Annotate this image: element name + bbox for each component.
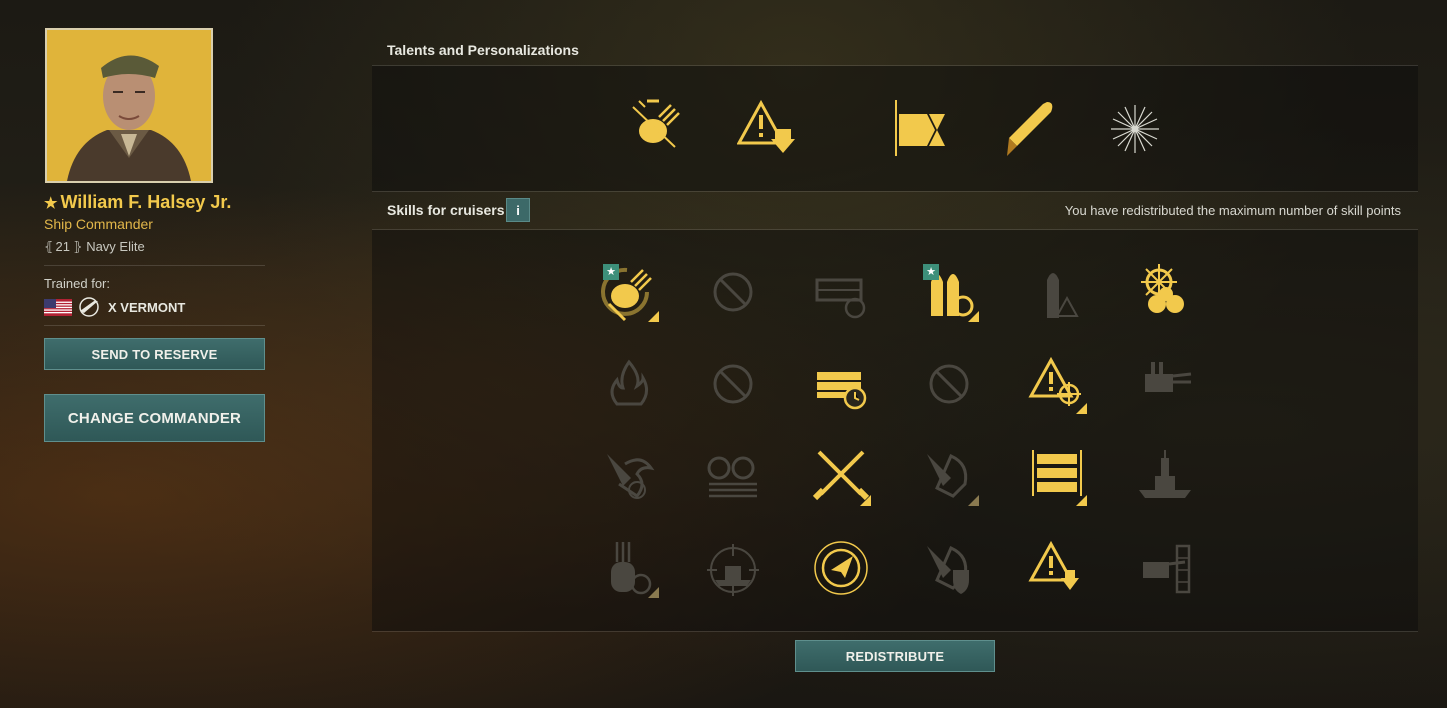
commander-name-text: William F. Halsey Jr. bbox=[60, 192, 232, 212]
turret-ammo-icon-graphic bbox=[707, 456, 757, 498]
fire-shield-icon[interactable] bbox=[917, 536, 981, 600]
upgrade-corner-icon bbox=[1076, 495, 1087, 506]
consumable-timer-skill-icon[interactable] bbox=[809, 352, 873, 416]
commander-level: 21 bbox=[55, 239, 71, 254]
battleship-icon[interactable] bbox=[1133, 444, 1197, 508]
divider bbox=[372, 191, 1418, 192]
upgrade-corner-icon bbox=[968, 495, 979, 506]
consumable-reload-icon[interactable] bbox=[809, 260, 873, 324]
warning-down-skill-icon[interactable] bbox=[1025, 536, 1089, 600]
bonus-badge-icon: ★ bbox=[923, 264, 939, 280]
laurel-left-icon: ⦃ bbox=[44, 239, 54, 254]
commander-portrait bbox=[45, 28, 213, 183]
us-flag-icon bbox=[44, 298, 72, 316]
unavailable-icon[interactable] bbox=[917, 352, 981, 416]
shells-reload-skill-icon[interactable]: ★ bbox=[917, 260, 981, 324]
talents-title: Talents and Personalizations bbox=[387, 42, 579, 58]
turret-ammo-icon[interactable] bbox=[701, 444, 765, 508]
helm-engine-skill-icon[interactable] bbox=[1133, 260, 1197, 324]
main-battery-icon-graphic bbox=[1145, 362, 1192, 392]
elite-star-icon: ★ bbox=[44, 195, 58, 212]
turret-reload-icon[interactable] bbox=[597, 536, 661, 600]
flag-talent-icon[interactable] bbox=[893, 100, 953, 160]
divider bbox=[44, 265, 265, 266]
demolition-expert-icon-graphic bbox=[607, 454, 655, 499]
upgrade-corner-icon bbox=[648, 587, 659, 598]
main-battery-icon[interactable] bbox=[1133, 352, 1197, 416]
unavailable-icon-graphic bbox=[713, 272, 753, 312]
warning-down-skill-icon-graphic bbox=[1028, 540, 1079, 590]
consumable-timer-skill-icon-graphic bbox=[817, 372, 867, 410]
divider bbox=[44, 325, 265, 326]
warning-ammo-talent-icon[interactable] bbox=[737, 99, 797, 159]
warning-target-skill-icon[interactable] bbox=[1025, 352, 1089, 416]
fire-icon-graphic bbox=[610, 359, 648, 406]
trained-ship: X VERMONT bbox=[44, 297, 185, 317]
fire-shield-icon-graphic bbox=[927, 546, 969, 594]
commander-name: ★ William F. Halsey Jr. bbox=[44, 192, 231, 213]
redistribution-note: You have redistributed the maximum numbe… bbox=[1064, 203, 1401, 218]
battleship-icon-graphic bbox=[1139, 450, 1191, 498]
ship-target-icon-graphic bbox=[707, 544, 759, 596]
shell-talent-icon[interactable] bbox=[999, 98, 1059, 158]
crossed-shells-skill-icon[interactable] bbox=[809, 444, 873, 508]
change-commander-button[interactable]: CHANGE COMMANDER bbox=[44, 394, 265, 442]
starburst-talent-icon[interactable] bbox=[1105, 99, 1165, 159]
trained-for-label: Trained for: bbox=[44, 276, 110, 291]
upgrade-corner-icon bbox=[860, 495, 871, 506]
commander-rank: ⦃ 21 ⦄ Navy Elite bbox=[44, 239, 145, 255]
ship-target-icon[interactable] bbox=[701, 536, 765, 600]
armor-turret-icon[interactable] bbox=[1133, 536, 1197, 600]
upgrade-corner-icon bbox=[968, 311, 979, 322]
shell-warning-icon[interactable] bbox=[1025, 260, 1089, 324]
divider bbox=[372, 631, 1418, 632]
upgrade-corner-icon bbox=[648, 311, 659, 322]
skills-info-button[interactable]: i bbox=[506, 198, 530, 222]
commander-rank-label: Navy Elite bbox=[86, 239, 145, 254]
battleship-class-icon bbox=[79, 297, 99, 317]
radar-skill-icon[interactable] bbox=[809, 536, 873, 600]
unavailable-icon[interactable] bbox=[701, 352, 765, 416]
fire-icon[interactable] bbox=[597, 352, 661, 416]
upgrade-corner-icon bbox=[1076, 403, 1087, 414]
skills-band bbox=[372, 230, 1418, 631]
bonus-badge-icon: ★ bbox=[603, 264, 619, 280]
armor-turret-icon-graphic bbox=[1143, 544, 1191, 594]
radar-skill-icon-graphic bbox=[814, 541, 868, 595]
extra-consumables-skill-icon[interactable] bbox=[1025, 444, 1089, 508]
unavailable-icon-graphic bbox=[929, 364, 969, 404]
helm-engine-skill-icon-graphic bbox=[1141, 264, 1184, 313]
unavailable-icon-graphic bbox=[713, 364, 753, 404]
redistribute-button[interactable]: REDISTRIBUTE bbox=[795, 640, 995, 672]
fire-damage-icon[interactable] bbox=[917, 444, 981, 508]
skills-title: Skills for cruisers bbox=[387, 202, 505, 218]
laurel-right-icon: ⦄ bbox=[73, 239, 83, 254]
secondary-battery-talent-icon[interactable] bbox=[625, 97, 685, 157]
ship-name: X VERMONT bbox=[108, 299, 186, 315]
consumable-reload-icon-graphic bbox=[815, 278, 866, 319]
commander-role: Ship Commander bbox=[44, 216, 153, 232]
send-to-reserve-button[interactable]: SEND TO RESERVE bbox=[44, 338, 265, 370]
demolition-expert-icon[interactable] bbox=[597, 444, 661, 508]
shell-warning-icon-graphic bbox=[1047, 273, 1079, 318]
unavailable-icon[interactable] bbox=[701, 260, 765, 324]
secondary-turret-skill-icon[interactable]: ★ bbox=[597, 260, 661, 324]
